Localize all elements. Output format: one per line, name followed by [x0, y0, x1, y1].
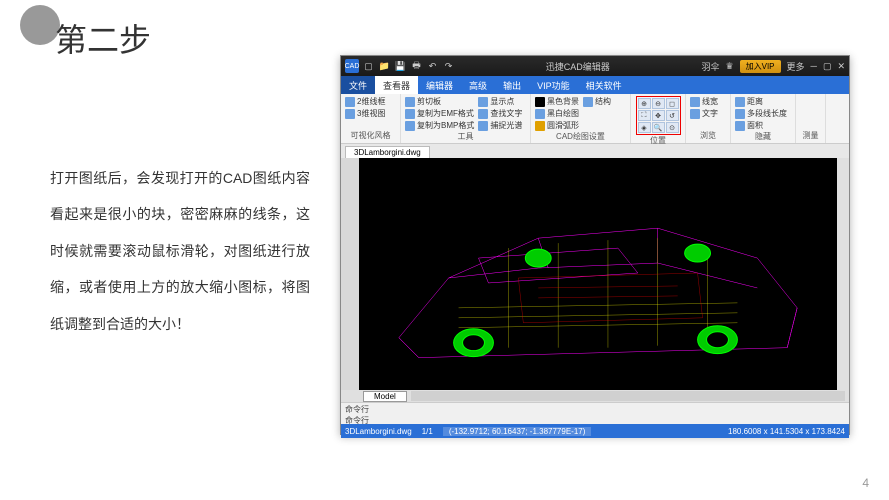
- crown-icon: ♛: [726, 61, 734, 72]
- statusbar: 3DLamborgini.dwg 1/1 (-132.9712; 60.1643…: [341, 424, 849, 438]
- ribbon-group-position-label: 位置: [635, 135, 681, 146]
- quick-access-toolbar: ▢ 📁 💾 🖶 ↶ ↷: [363, 61, 454, 72]
- open-icon[interactable]: 📁: [379, 61, 390, 72]
- redo-icon[interactable]: ↷: [443, 61, 454, 72]
- vip-button[interactable]: 加入VIP: [740, 60, 781, 73]
- zoom-extents-icon[interactable]: ⛶: [638, 110, 651, 121]
- ribbon-copy-bmp[interactable]: 复制为BMP格式: [405, 120, 474, 131]
- app-logo[interactable]: CAD: [345, 59, 359, 73]
- status-ratio: 1/1: [422, 427, 433, 436]
- zoom-realtime-icon[interactable]: 🔍: [652, 122, 665, 133]
- drawing-canvas[interactable]: [359, 158, 837, 390]
- undo-icon[interactable]: ↶: [427, 61, 438, 72]
- tab-output[interactable]: 输出: [495, 76, 529, 94]
- ribbon: 2维线框 3维视图 可视化风格 剪切板 复制为EMF格式 复制为BMP格式 显示…: [341, 94, 849, 144]
- zoom-previous-icon[interactable]: ↺: [666, 110, 679, 121]
- print-icon[interactable]: 🖶: [411, 61, 422, 72]
- tab-editor[interactable]: 编辑器: [418, 76, 461, 94]
- document-tab-bar: 3DLamborgini.dwg: [341, 144, 849, 158]
- titlebar: CAD ▢ 📁 💾 🖶 ↶ ↷ 迅捷CAD编辑器 羽伞 ♛ 加入VIP 更多 ─…: [341, 56, 849, 76]
- ribbon-structure[interactable]: 结构: [583, 96, 611, 107]
- ribbon-2d-wireframe[interactable]: 2维线框: [345, 96, 385, 107]
- more-label[interactable]: 更多: [787, 60, 805, 73]
- side-panel[interactable]: [341, 158, 359, 390]
- page-number: 4: [862, 476, 869, 490]
- new-icon[interactable]: ▢: [363, 61, 374, 72]
- ribbon-distance[interactable]: 距离: [735, 96, 787, 107]
- ribbon-text[interactable]: 文字: [690, 108, 718, 119]
- zoom-in-icon[interactable]: ⊕: [638, 98, 651, 109]
- ribbon-group-measure-label: 测量: [800, 130, 821, 141]
- canvas-area: [341, 158, 849, 390]
- maximize-icon[interactable]: ▢: [823, 61, 832, 72]
- status-extents: 180.6008 x 141.5304 x 173.8424: [728, 427, 845, 436]
- zoom-center-icon[interactable]: ⊙: [666, 122, 679, 133]
- zoom-window-icon[interactable]: ◻: [666, 98, 679, 109]
- ribbon-group-tools-label: 工具: [405, 131, 526, 142]
- window-title: 迅捷CAD编辑器: [454, 60, 702, 73]
- tab-file[interactable]: 文件: [341, 76, 375, 94]
- horizontal-scroll-row: Model: [341, 390, 849, 402]
- user-name[interactable]: 羽伞: [702, 60, 720, 73]
- ribbon-clipboard[interactable]: 剪切板: [405, 96, 474, 107]
- tab-vip[interactable]: VIP功能: [529, 76, 578, 94]
- cad-editor-window: CAD ▢ 📁 💾 🖶 ↶ ↷ 迅捷CAD编辑器 羽伞 ♛ 加入VIP 更多 ─…: [340, 55, 850, 435]
- ribbon-group-browse-label: 浏览: [690, 130, 726, 141]
- vertical-scrollbar[interactable]: [837, 158, 849, 390]
- minimize-icon[interactable]: ─: [811, 61, 817, 71]
- ribbon-copy-emf[interactable]: 复制为EMF格式: [405, 108, 474, 119]
- status-filename: 3DLamborgini.dwg: [345, 427, 412, 436]
- ribbon-area[interactable]: 面积: [735, 120, 787, 131]
- tab-advanced[interactable]: 高级: [461, 76, 495, 94]
- save-icon[interactable]: 💾: [395, 61, 406, 72]
- zoom-all-icon[interactable]: ◈: [638, 122, 651, 133]
- command-line-area[interactable]: 命令行 命令行: [341, 402, 849, 424]
- status-coordinates: (-132.9712; 60.16437; -1.387779E-17): [443, 427, 592, 436]
- document-tab[interactable]: 3DLamborgini.dwg: [345, 146, 430, 158]
- ribbon-group-visual-label: 可视化风格: [345, 130, 396, 141]
- ribbon-snap[interactable]: 捕捉光谱: [478, 120, 522, 131]
- model-tab[interactable]: Model: [363, 391, 407, 402]
- zoom-pan-icon[interactable]: ✥: [652, 110, 665, 121]
- horizontal-scrollbar[interactable]: [411, 391, 845, 401]
- car-wireframe: [359, 158, 837, 390]
- ribbon-polyline-length[interactable]: 多段线长度: [735, 108, 787, 119]
- ribbon-lineweight[interactable]: 线宽: [690, 96, 718, 107]
- ribbon-group-settings-label: CAD绘图设置: [535, 131, 626, 142]
- step-bullet-dot: [20, 5, 60, 45]
- tab-viewer[interactable]: 查看器: [375, 76, 418, 94]
- ribbon-bw-draw[interactable]: 黑白绘图: [535, 108, 579, 119]
- command-prompt: 命令行: [345, 404, 845, 415]
- ribbon-3d-view[interactable]: 3维视图: [345, 108, 385, 119]
- ribbon-find-text[interactable]: 查找文字: [478, 108, 522, 119]
- ribbon-smooth-arc[interactable]: 圆滑弧形: [535, 120, 579, 131]
- instruction-text: 打开图纸后，会发现打开的CAD图纸内容看起来是很小的块，密密麻麻的线条，这时候就…: [50, 160, 310, 342]
- menubar: 文件 查看器 编辑器 高级 输出 VIP功能 相关软件: [341, 76, 849, 94]
- ribbon-show-points[interactable]: 显示点: [478, 96, 522, 107]
- close-icon[interactable]: ✕: [837, 61, 845, 72]
- tab-related[interactable]: 相关软件: [578, 76, 630, 94]
- zoom-highlight: ⊕⊖◻ ⛶✥↺ ◈🔍⊙: [636, 96, 681, 135]
- ribbon-group-hide-label: 隐藏: [735, 131, 791, 142]
- zoom-out-icon[interactable]: ⊖: [652, 98, 665, 109]
- ribbon-black-bg[interactable]: 黑色背景: [535, 96, 579, 107]
- step-title: 第二步: [55, 15, 151, 61]
